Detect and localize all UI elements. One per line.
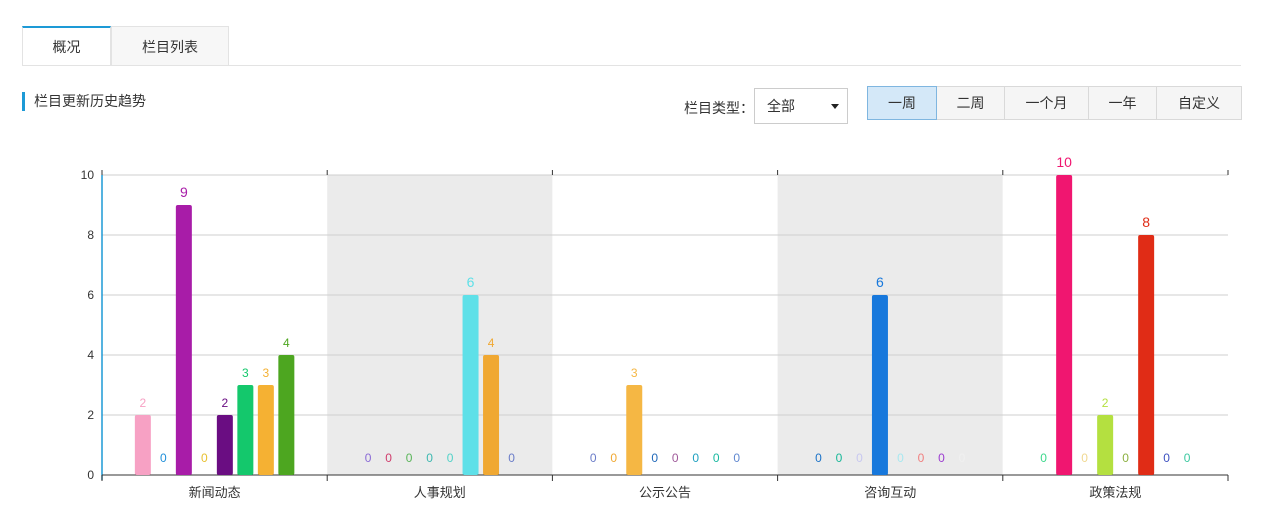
data-label: 0 <box>1040 451 1047 465</box>
bar <box>1056 175 1073 475</box>
data-label: 4 <box>283 336 290 350</box>
category-band <box>777 175 1003 475</box>
y-tick-label: 8 <box>87 228 94 242</box>
data-label: 0 <box>160 451 167 465</box>
x-category-label: 公示公告 <box>639 486 691 501</box>
data-label: 6 <box>467 274 475 290</box>
tab-bar: 概况 栏目列表 <box>22 26 229 66</box>
data-label: 0 <box>1081 451 1088 465</box>
category-band <box>552 175 778 475</box>
x-category-label: 政策法规 <box>1089 485 1141 501</box>
bar <box>216 415 233 475</box>
data-label: 3 <box>631 366 638 380</box>
data-label: 0 <box>1163 451 1170 465</box>
y-tick-label: 6 <box>87 288 94 302</box>
data-label: 0 <box>447 451 454 465</box>
category-band <box>1002 175 1228 475</box>
data-label: 0 <box>426 451 433 465</box>
data-label: 0 <box>508 451 515 465</box>
column-type-select[interactable]: 全部 <box>754 88 848 124</box>
data-label: 8 <box>1142 214 1150 230</box>
data-label: 0 <box>590 451 597 465</box>
bar <box>626 385 643 475</box>
data-label: 0 <box>1122 451 1129 465</box>
y-tick-label: 10 <box>81 168 95 182</box>
data-label: 0 <box>815 451 822 465</box>
caret-down-icon <box>831 104 839 109</box>
data-label: 0 <box>365 451 372 465</box>
data-label: 0 <box>938 451 945 465</box>
range-one-month-button[interactable]: 一个月 <box>1005 87 1089 119</box>
x-category-label: 新闻动态 <box>189 485 241 501</box>
data-label: 0 <box>918 451 925 465</box>
data-label: 0 <box>651 451 658 465</box>
data-label: 0 <box>856 451 863 465</box>
y-tick-label: 0 <box>87 468 94 482</box>
bar <box>871 295 888 475</box>
y-tick-label: 4 <box>87 348 94 362</box>
tab-overview[interactable]: 概况 <box>22 26 111 66</box>
column-type-value: 全部 <box>767 98 795 114</box>
time-range-group: 一周 二周 一个月 一年 自定义 <box>867 86 1242 120</box>
data-label: 0 <box>385 451 392 465</box>
data-label: 0 <box>836 451 843 465</box>
data-label: 2 <box>1102 396 1109 410</box>
data-label: 0 <box>672 451 679 465</box>
column-update-trend-chart: 0246810209023 34新闻动态0 0 0 0 0640人事规划0 030 0 0 0 0公… <box>81 154 1229 501</box>
range-one-week-button[interactable]: 一周 <box>867 86 937 120</box>
data-label: 0 <box>201 451 208 465</box>
data-label: 9 <box>180 184 188 200</box>
data-label: 0 <box>897 451 904 465</box>
range-one-year-button[interactable]: 一年 <box>1089 87 1157 119</box>
data-label: 0 <box>1184 451 1191 465</box>
data-label: 10 <box>1056 154 1072 170</box>
column-type-label: 栏目类型： <box>684 100 754 116</box>
bar <box>257 385 274 475</box>
category-band <box>327 175 553 475</box>
bar <box>175 205 192 475</box>
data-label: 6 <box>876 274 884 290</box>
data-label: 0 <box>713 451 720 465</box>
data-label: 0 <box>610 451 617 465</box>
data-label: 0 <box>406 451 413 465</box>
tab-divider <box>22 65 1241 66</box>
x-category-label: 咨询互动 <box>864 486 916 501</box>
bar <box>237 385 254 475</box>
data-label: 0 <box>692 451 699 465</box>
data-label: 2 <box>140 396 147 410</box>
section-title: 栏目更新历史趋势 <box>22 92 146 111</box>
x-category-label: 人事规划 <box>414 486 466 501</box>
bar <box>462 295 479 475</box>
bar <box>483 355 500 475</box>
bar <box>1097 415 1114 475</box>
y-tick-label: 2 <box>87 408 94 422</box>
bar <box>134 415 151 475</box>
data-label: 0 <box>959 451 966 465</box>
bar <box>278 355 295 475</box>
range-two-weeks-button[interactable]: 二周 <box>937 87 1005 119</box>
data-label: 3 <box>263 366 270 380</box>
tab-column-list[interactable]: 栏目列表 <box>111 26 229 66</box>
data-label: 2 <box>222 396 229 410</box>
data-label: 0 <box>733 451 740 465</box>
range-custom-button[interactable]: 自定义 <box>1157 87 1241 119</box>
bar <box>1138 235 1155 475</box>
data-label: 3 <box>242 366 249 380</box>
data-label: 4 <box>488 336 495 350</box>
